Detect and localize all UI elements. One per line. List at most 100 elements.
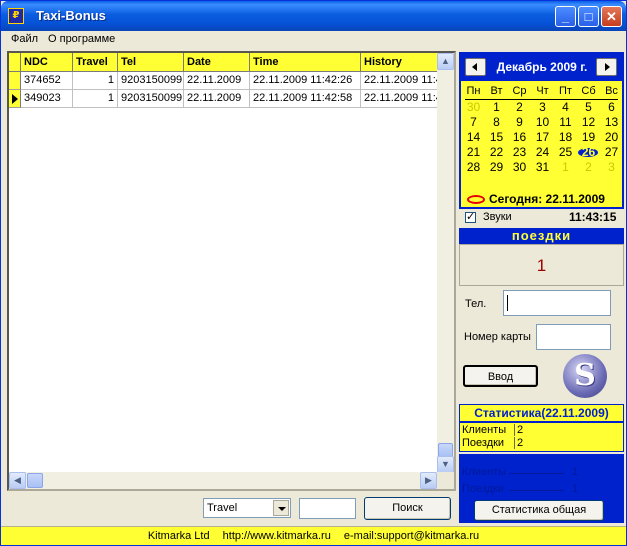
calendar-weekday: Чт: [536, 85, 549, 97]
sound-checkbox[interactable]: [465, 210, 476, 223]
column-header-travel[interactable]: Travel: [73, 53, 118, 72]
scroll-right-button[interactable]: ▶: [420, 472, 437, 489]
table-cell-date[interactable]: 22.11.2009: [184, 90, 250, 108]
calendar-day[interactable]: 17: [531, 130, 554, 145]
calendar-day[interactable]: 11: [554, 115, 577, 130]
calendar-month-label[interactable]: Декабрь 2009 г.: [490, 60, 594, 74]
scroll-up-button[interactable]: ▲: [437, 53, 454, 70]
calendar-day[interactable]: 29: [485, 160, 508, 175]
calendar-day[interactable]: 27: [600, 145, 623, 160]
menu-bar: Файл О программе: [1, 31, 626, 49]
table-cell-time[interactable]: 22.11.2009 11:42:58: [250, 90, 361, 108]
card-number-input[interactable]: [536, 324, 611, 350]
calendar-day[interactable]: 1: [554, 160, 577, 175]
calendar-day[interactable]: 2: [508, 100, 531, 115]
calendar-day[interactable]: 24: [531, 145, 554, 160]
calendar-weekday: Сб: [581, 85, 596, 97]
column-header-ndc[interactable]: NDC: [21, 53, 73, 72]
calendar-day[interactable]: 26: [577, 145, 600, 160]
scroll-corner: [437, 472, 454, 489]
calendar-day[interactable]: 30: [462, 100, 485, 115]
calendar-day[interactable]: 10: [531, 115, 554, 130]
calendar-next-button[interactable]: [596, 58, 617, 76]
table-cell-travel[interactable]: 1: [73, 72, 118, 90]
app-icon: ₽: [8, 8, 24, 24]
calendar-day[interactable]: 20: [600, 130, 623, 145]
search-field-select[interactable]: Travel: [203, 498, 291, 518]
column-header-date[interactable]: Date: [184, 53, 250, 72]
stats-general-button[interactable]: Статистика общая: [474, 500, 604, 521]
status-site-link[interactable]: http://www.kitmarka.ru: [223, 530, 331, 542]
calendar-day[interactable]: 3: [600, 160, 623, 175]
calendar-today-label[interactable]: Сегодня: 22.11.2009: [489, 192, 605, 206]
row-indicator[interactable]: [9, 90, 21, 108]
chevron-down-icon[interactable]: [273, 500, 289, 516]
table-cell-history[interactable]: 22.11.2009 11:4: [361, 72, 441, 90]
table-cell-travel[interactable]: 1: [73, 90, 118, 108]
table-cell-date[interactable]: 22.11.2009: [184, 72, 250, 90]
calendar-day[interactable]: 4: [554, 100, 577, 115]
weekday-divider: [465, 99, 618, 100]
table-row[interactable]: 349023 1 9203150099 22.11.2009 22.11.2009 11…: [9, 90, 441, 108]
calendar-day[interactable]: 21: [462, 145, 485, 160]
grid-horizontal-scrollbar[interactable]: ◀ ▶: [9, 472, 437, 489]
table-cell-time[interactable]: 22.11.2009 11:42:26: [250, 72, 361, 90]
calendar-day[interactable]: 9: [508, 115, 531, 130]
vertical-scroll-thumb[interactable]: [438, 443, 453, 457]
calendar-day[interactable]: 3: [531, 100, 554, 115]
calendar-day[interactable]: 19: [577, 130, 600, 145]
menu-about[interactable]: О программе: [48, 33, 115, 45]
calendar-day[interactable]: 8: [485, 115, 508, 130]
calendar-day[interactable]: 16: [508, 130, 531, 145]
calendar-day[interactable]: 14: [462, 130, 485, 145]
horizontal-scroll-thumb[interactable]: [27, 473, 43, 488]
title-bar[interactable]: ₽ Taxi-Bonus _ □ ✕: [1, 1, 626, 31]
calendar-day[interactable]: 5: [577, 100, 600, 115]
calendar-day[interactable]: 23: [508, 145, 531, 160]
scroll-down-button[interactable]: ▼: [437, 456, 454, 473]
menu-file[interactable]: Файл: [11, 33, 38, 45]
stats-header: Статистика(22.11.2009): [459, 404, 624, 422]
stats-table: Клиенты 2 Поездки 2: [459, 422, 624, 452]
minimize-button[interactable]: _: [555, 6, 576, 27]
status-bar: Kitmarka Ltd http://www.kitmarka.ru e-ma…: [1, 526, 626, 545]
calendar-prev-button[interactable]: [465, 58, 486, 76]
calendar-day[interactable]: 15: [485, 130, 508, 145]
calendar-day[interactable]: 18: [554, 130, 577, 145]
calendar-day[interactable]: 6: [600, 100, 623, 115]
enter-button[interactable]: Ввод: [463, 365, 538, 387]
table-cell-tel[interactable]: 9203150099: [118, 90, 184, 108]
calendar-day[interactable]: 13: [600, 115, 623, 130]
search-input[interactable]: [299, 498, 356, 519]
search-button[interactable]: Поиск: [364, 497, 451, 520]
column-header-tel[interactable]: Tel: [118, 53, 184, 72]
close-button[interactable]: ✕: [601, 6, 622, 27]
table-cell-tel[interactable]: 9203150099: [118, 72, 184, 90]
table-row[interactable]: 374652 1 9203150099 22.11.2009 22.11.2009 11…: [9, 72, 441, 90]
card-number-label: Номер карты: [464, 331, 531, 343]
status-email-link[interactable]: e-mail:support@kitmarka.ru: [344, 530, 479, 542]
trips-value: 1: [536, 256, 547, 275]
data-grid[interactable]: NDC Travel Tel Date Time History 374652 1…: [7, 51, 456, 491]
table-cell-history[interactable]: 22.11.2009 11:4: [361, 90, 441, 108]
tel-input[interactable]: [503, 290, 611, 316]
calendar-day[interactable]: 7: [462, 115, 485, 130]
column-header-time[interactable]: Time: [250, 53, 361, 72]
calendar-day[interactable]: 31: [531, 160, 554, 175]
grid-vertical-scrollbar[interactable]: ▲ ▼: [437, 53, 454, 473]
calendar-day[interactable]: 28: [462, 160, 485, 175]
maximize-button[interactable]: □: [578, 6, 599, 27]
scroll-left-button[interactable]: ◀: [9, 472, 26, 489]
calendar-day[interactable]: 12: [577, 115, 600, 130]
column-header-history[interactable]: History: [361, 53, 441, 72]
row-indicator[interactable]: [9, 72, 21, 90]
calendar-day[interactable]: 1: [485, 100, 508, 115]
calendar-day[interactable]: 30: [508, 160, 531, 175]
table-cell-ndc[interactable]: 349023: [21, 90, 73, 108]
calendar: Декабрь 2009 г. Пн Вт Ср Чт Пт Сб Вс 30 1 2 3 4 5 6 7 8…: [459, 52, 624, 209]
table-cell-ndc[interactable]: 374652: [21, 72, 73, 90]
calendar-day[interactable]: 22: [485, 145, 508, 160]
calendar-day[interactable]: 2: [577, 160, 600, 175]
stats-trips-value: 2: [514, 437, 523, 449]
calendar-day[interactable]: 25: [554, 145, 577, 160]
